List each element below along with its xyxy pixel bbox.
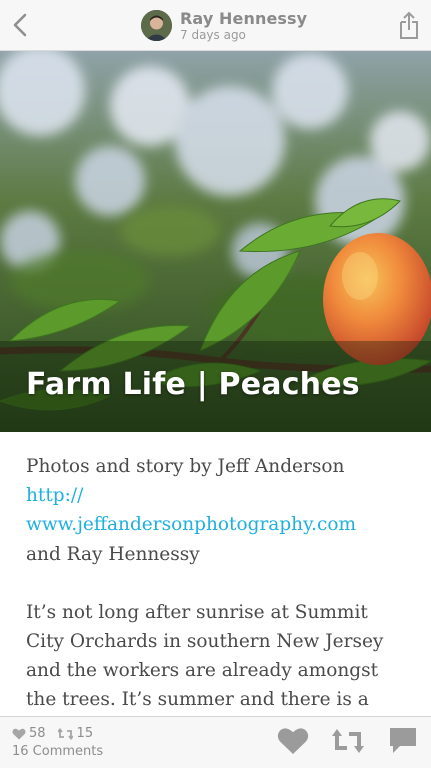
byline-end: and Ray Hennessy: [26, 543, 200, 565]
byline-paragraph: Photos and story by Jeff Anderson http:/…: [26, 452, 406, 569]
comment-button[interactable]: [389, 727, 417, 760]
small-repost-icon: [57, 727, 73, 740]
reposts-count: 15: [76, 726, 94, 741]
like-button[interactable]: [277, 727, 309, 760]
share-icon: [400, 11, 418, 39]
author-name[interactable]: Ray Hennessy: [180, 9, 307, 28]
comment-icon: [390, 728, 416, 753]
heart-icon: [277, 728, 309, 754]
stats-row: 58 15: [12, 726, 93, 741]
back-button[interactable]: [8, 10, 34, 40]
avatar[interactable]: [141, 10, 172, 41]
likes-count: 58: [29, 726, 46, 741]
bottom-bar: 58 15 16 Comments: [0, 716, 431, 768]
byline-text: Photos and story by Jeff Anderson: [26, 456, 345, 477]
small-heart-icon: [12, 728, 26, 739]
repost-button[interactable]: [332, 727, 364, 760]
link-line-2: www.jeffandersonphotography.com: [26, 514, 357, 536]
hero-title: Farm Life | Peaches: [26, 367, 360, 402]
share-button[interactable]: [397, 9, 421, 41]
photographer-link[interactable]: http:// www.jeffandersonphotography.com: [26, 481, 406, 539]
chevron-left-icon: [13, 13, 27, 37]
article-body: Photos and story by Jeff Anderson http:/…: [26, 452, 406, 744]
hero-image[interactable]: Farm Life | Peaches: [0, 51, 431, 432]
link-line-1: http://: [26, 485, 84, 507]
post-time: 7 days ago: [180, 28, 246, 42]
comments-link[interactable]: 16 Comments: [12, 744, 103, 759]
top-bar: Ray Hennessy 7 days ago: [0, 0, 431, 51]
story-paragraph: It’s not long after sunrise at Summit Ci…: [26, 601, 384, 711]
repost-icon: [332, 729, 364, 753]
